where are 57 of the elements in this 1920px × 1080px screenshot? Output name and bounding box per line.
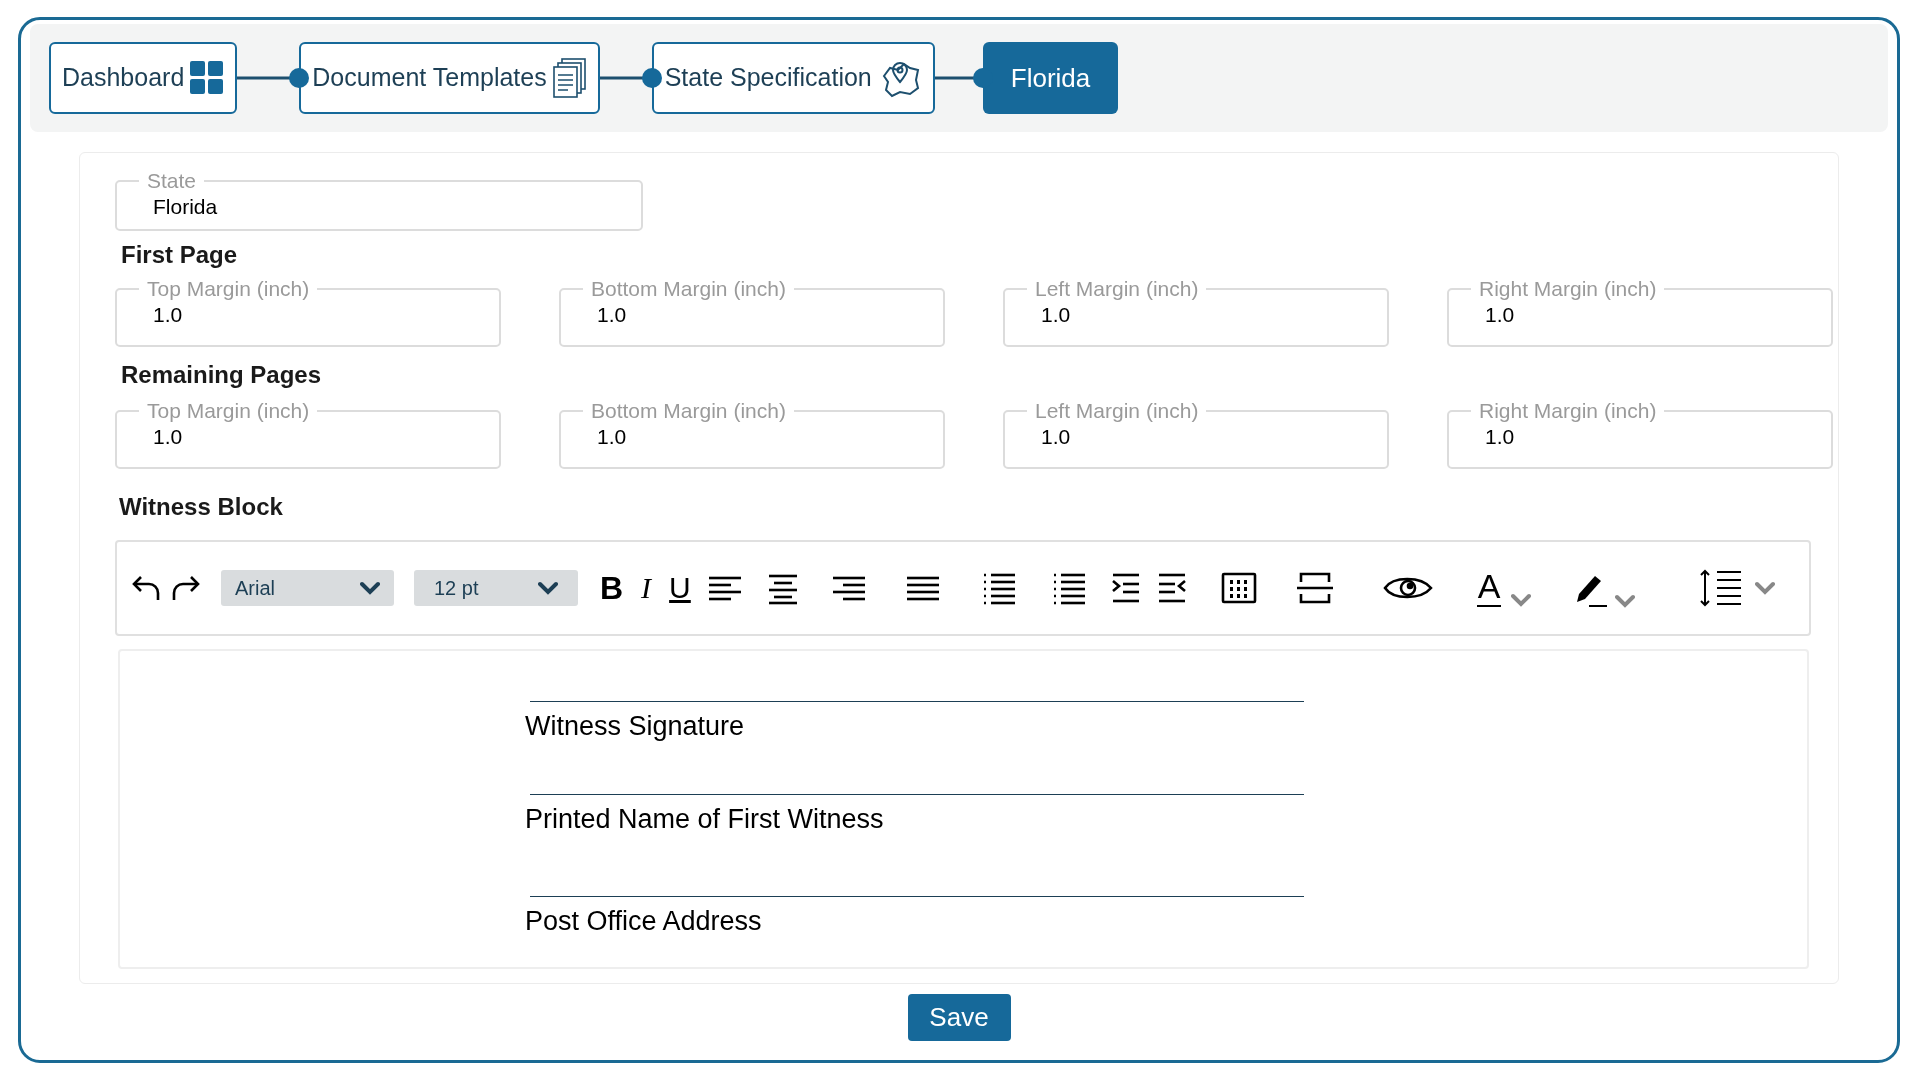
line-spacing-button[interactable] <box>1699 568 1776 608</box>
text-field[interactable]: Top Margin (inch) 1.0 <box>115 279 501 347</box>
section-heading: First Page <box>121 241 238 269</box>
grid-icon <box>190 61 225 95</box>
page-break-icon[interactable] <box>1294 570 1335 606</box>
text-color-button[interactable]: A <box>1476 569 1532 607</box>
text-field[interactable]: Bottom Margin (inch) 1.0 <box>559 401 945 469</box>
input-field[interactable]: 1.0 <box>1485 421 1795 453</box>
field-label: Left Margin (inch) <box>1034 401 1200 421</box>
underline-button[interactable]: U <box>669 570 691 606</box>
text-field[interactable]: Top Margin (inch) 1.0 <box>115 401 501 469</box>
field-label: Right Margin (inch) <box>1478 401 1658 421</box>
field-label: Bottom Margin (inch) <box>590 279 787 299</box>
font-dropdown[interactable]: Arial <box>221 570 394 606</box>
text-field[interactable]: Left Margin (inch) 1.0 <box>1003 279 1389 347</box>
chevron-down-icon <box>360 581 380 595</box>
chevron-down-icon <box>1755 581 1776 595</box>
table-icon[interactable] <box>1220 570 1257 606</box>
chevron-down-icon <box>1511 593 1532 607</box>
editor-area[interactable]: Witness Signature Printed Name of First Witness Post Office Address <box>118 649 1809 969</box>
chevron-down-icon <box>1615 594 1636 608</box>
field-label: Top Margin (inch) <box>146 279 311 299</box>
italic-button[interactable]: I <box>641 570 652 606</box>
breadcrumb-item[interactable]: Document Templates <box>299 42 600 114</box>
connector-line <box>599 68 662 88</box>
signature-label: Witness Signature <box>525 710 745 742</box>
section-heading: Witness Block <box>119 493 283 521</box>
signature-label: Printed Name of First Witness <box>525 803 884 835</box>
text-field[interactable]: Right Margin (inch) 1.0 <box>1447 279 1833 347</box>
text-field[interactable]: Right Margin (inch) 1.0 <box>1447 401 1833 469</box>
input-field[interactable]: 1.0 <box>597 299 907 331</box>
input-field[interactable]: 1.0 <box>153 299 463 331</box>
save-button[interactable]: Save <box>907 994 1011 1041</box>
field-label: Right Margin (inch) <box>1478 279 1658 299</box>
breadcrumb-item[interactable]: State Specification <box>651 42 935 114</box>
text-field[interactable]: Left Margin (inch) 1.0 <box>1003 401 1389 469</box>
field-label: Left Margin (inch) <box>1034 279 1200 299</box>
signature-label: Post Office Address <box>525 905 762 937</box>
field-label: Top Margin (inch) <box>146 401 311 421</box>
input-field[interactable]: 1.0 <box>153 421 463 453</box>
section-heading: Remaining Pages <box>121 361 322 389</box>
chevron-down-icon <box>538 581 558 595</box>
text-field[interactable]: Bottom Margin (inch) 1.0 <box>559 279 945 347</box>
input-field[interactable]: Florida <box>153 191 605 223</box>
document-stack-icon <box>552 58 587 98</box>
text-field[interactable]: State Florida <box>115 171 643 231</box>
input-field[interactable]: 1.0 <box>1041 421 1351 453</box>
bold-button[interactable]: B <box>600 570 624 606</box>
line-spacing-icon <box>1699 568 1744 608</box>
input-field[interactable]: 1.0 <box>1041 299 1351 331</box>
breadcrumb-item[interactable]: Dashboard <box>49 42 238 114</box>
field-label: State <box>146 171 198 191</box>
size-dropdown[interactable]: 12 pt <box>414 570 578 606</box>
input-field[interactable]: 1.0 <box>1485 299 1795 331</box>
input-field[interactable]: 1.0 <box>597 421 907 453</box>
breadcrumb-item[interactable]: Florida <box>982 42 1119 114</box>
field-label: Bottom Margin (inch) <box>590 401 787 421</box>
